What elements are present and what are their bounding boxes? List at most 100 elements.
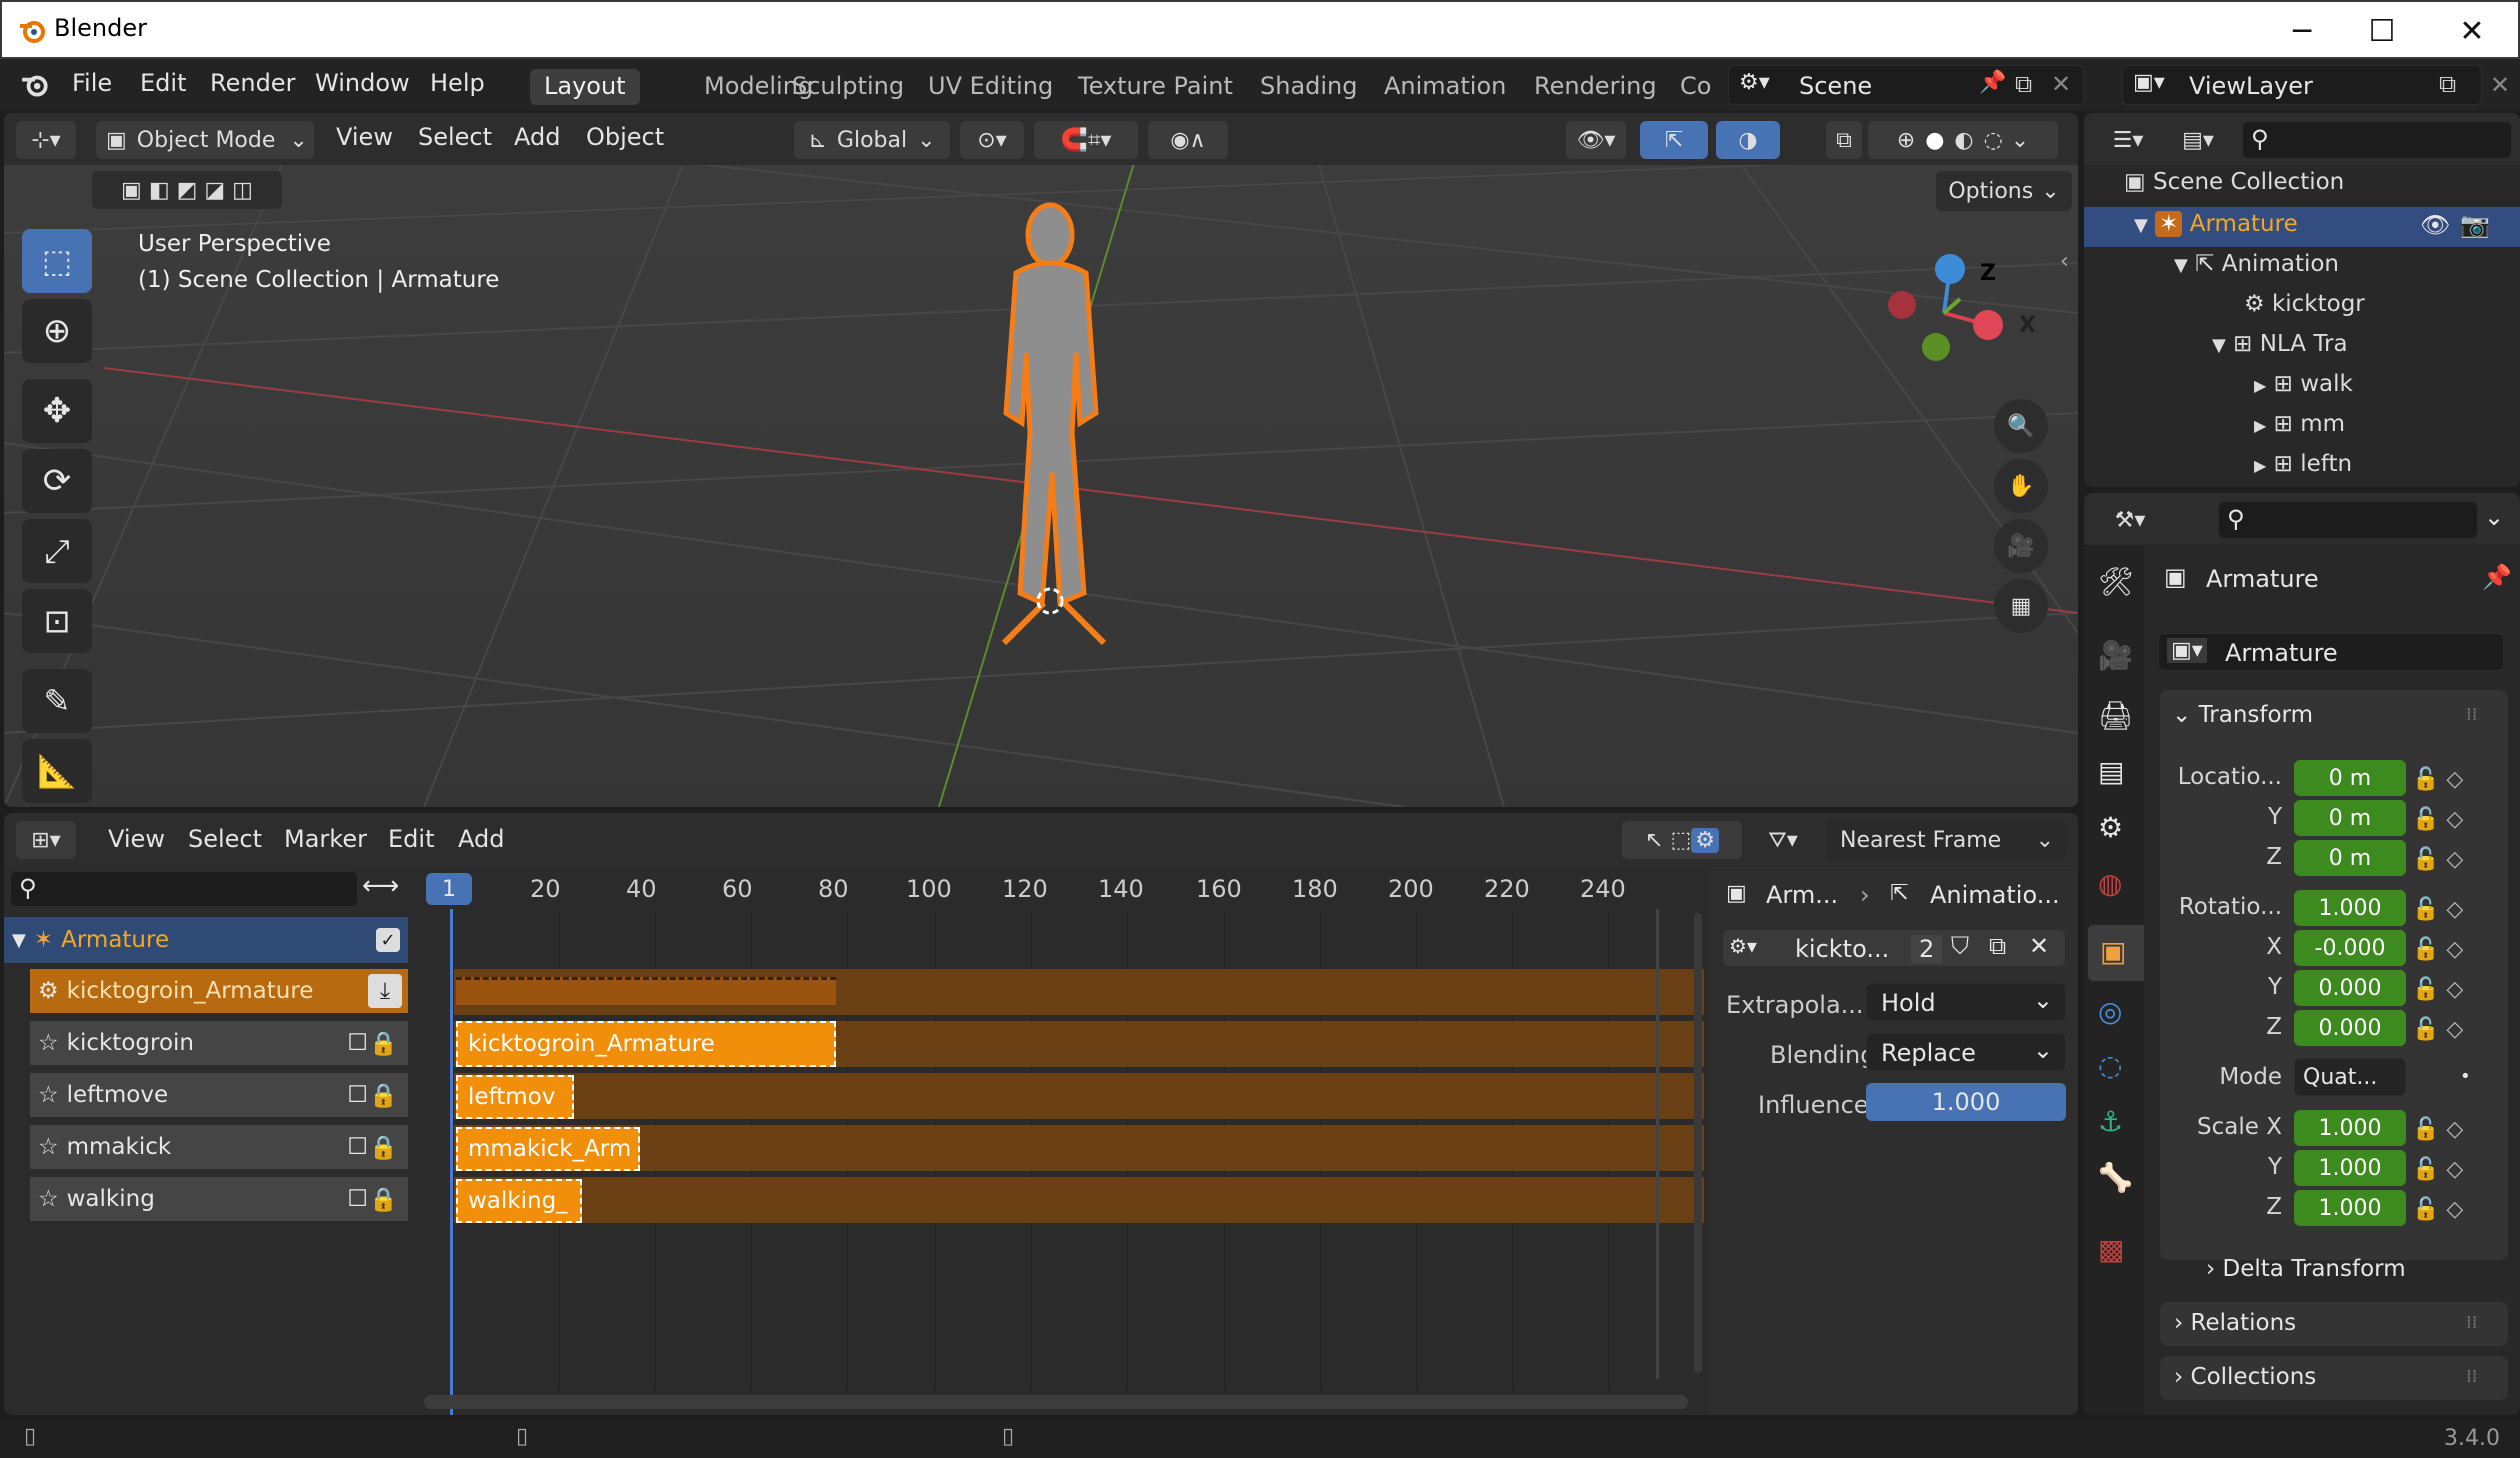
collections-header[interactable]: › Collections	[2174, 1364, 2316, 1390]
outliner[interactable]: ☰▾ ▤▾ ⚲ ▣ Scene Collection ▼ ✶ Armature …	[2084, 113, 2520, 487]
view-layer-tab-icon[interactable]: ▤	[2098, 755, 2124, 788]
nla-strip[interactable]: walking_	[456, 1179, 582, 1223]
camera-view-icon[interactable]: 🎥	[1994, 519, 2048, 573]
tab-sculpting[interactable]: Sculpting	[778, 69, 918, 105]
nla-menu-add[interactable]: Add	[458, 825, 504, 853]
lock-icon[interactable]: 🔓 ◇	[2412, 800, 2472, 840]
frame-ruler[interactable]: 1 20 40 60 80 100 120 140 160 180 200 22…	[414, 867, 1704, 911]
properties-search-input[interactable]: ⚲	[2218, 501, 2478, 539]
lock-icon[interactable]: 🔓 ◇	[2412, 890, 2472, 930]
checkbox-checked-icon[interactable]: ✓	[376, 928, 400, 952]
3d-viewport[interactable]: ⊹▾ ▣ Object Mode ⌄ View Select Add Objec…	[4, 113, 2078, 807]
expand-arrow-icon[interactable]: ▶	[2254, 416, 2266, 435]
track-row[interactable]: ☆ mmakick ☐ 🔒	[30, 1125, 408, 1169]
nla-menu-edit[interactable]: Edit	[388, 825, 434, 853]
scene-collection-item[interactable]: ▣ Scene Collection	[2124, 169, 2344, 195]
horizontal-scrollbar[interactable]	[424, 1395, 1688, 1409]
rotation-y-field[interactable]: 0.000	[2294, 970, 2406, 1006]
nla-strip[interactable]: kicktogroin_Armature	[456, 1021, 836, 1067]
editor-type-button[interactable]: ⊹▾	[16, 121, 76, 159]
nla-strip[interactable]: leftmov	[456, 1075, 574, 1119]
perspective-toggle-icon[interactable]: ▦	[1994, 579, 2048, 633]
lock-icon[interactable]: 🔒	[369, 1134, 398, 1161]
nla-track-item[interactable]: ▶ ⊞ leftn	[2254, 451, 2352, 477]
lock-icon[interactable]: 🔓 ◇	[2412, 1010, 2472, 1050]
influence-slider[interactable]: 1.000	[1866, 1083, 2066, 1121]
proportional-edit-button[interactable]: ◉∧	[1148, 121, 1228, 159]
outliner-editor-type-button[interactable]: ☰▾	[2098, 121, 2158, 159]
pivot-point-button[interactable]: ⊙▾	[960, 121, 1024, 159]
tab-animation[interactable]: Animation	[1370, 69, 1520, 105]
visibility-dropdown[interactable]: 👁▾	[1566, 121, 1626, 159]
checkbox-icon[interactable]: ☐	[347, 1134, 368, 1160]
location-y-field[interactable]: 0 m	[2294, 800, 2406, 836]
action-strip[interactable]	[456, 977, 836, 1005]
select-box-tool[interactable]: ⬚	[22, 229, 92, 293]
armature-character[interactable]	[964, 173, 1144, 663]
expand-arrow-icon[interactable]: ▼	[2134, 215, 2148, 236]
wireframe-shading-icon[interactable]: ⊕	[1897, 128, 1915, 153]
menu-render[interactable]: Render	[210, 69, 295, 97]
texture-tab-icon[interactable]: ▩	[2098, 1233, 2124, 1266]
nla-strip[interactable]: mmakick_Arm	[456, 1127, 640, 1171]
rotation-x-field[interactable]: -0.000	[2294, 930, 2406, 966]
scene-selector[interactable]: ⚙▾ Scene 📌 ⧉ ✕	[1728, 65, 2084, 105]
sidebar-toggle-icon[interactable]: ‹	[2060, 249, 2069, 274]
swap-icon[interactable]: ⟷	[362, 871, 399, 901]
close-window-button[interactable]: ✕	[2432, 6, 2512, 56]
current-frame-indicator[interactable]: 1	[426, 873, 472, 905]
camera-icon[interactable]: 📷	[2460, 211, 2490, 239]
track-row[interactable]: ☆ walking ☐ 🔒	[30, 1177, 408, 1221]
scale-tool[interactable]: ⤢	[22, 519, 92, 583]
minimize-button[interactable]: ─	[2262, 6, 2342, 56]
measure-tool[interactable]: 📐	[22, 739, 92, 803]
cursor-tool[interactable]: ⊕	[22, 299, 92, 363]
options-dropdown[interactable]: Options ⌄	[1936, 171, 2072, 211]
object-name-field[interactable]: ▣▾ Armature	[2158, 633, 2504, 671]
drag-handle-icon[interactable]: ⁞⁞	[2466, 1366, 2477, 1387]
bone-tab-icon[interactable]: 🦴	[2098, 1161, 2133, 1194]
nla-tracks-item[interactable]: ▼ ⊞ NLA Tra	[2212, 331, 2348, 357]
overlay-toggle-button[interactable]: ◑	[1716, 121, 1780, 159]
nla-editor-type-button[interactable]: ⊞▾	[16, 821, 76, 859]
tab-uv-editing[interactable]: UV Editing	[914, 69, 1067, 105]
gizmo-toggle-button[interactable]: ⇱	[1640, 121, 1708, 159]
zoom-icon[interactable]: 🔍	[1994, 399, 2048, 453]
menu-edit[interactable]: Edit	[140, 69, 186, 97]
pan-hand-icon[interactable]: ✋	[1994, 459, 2048, 513]
move-tool[interactable]: ✥	[22, 379, 92, 443]
armature-item[interactable]: ▼ ✶ Armature	[2134, 211, 2298, 237]
new-scene-icon[interactable]: ⧉	[2015, 70, 2032, 98]
transform-orientation-dropdown[interactable]: ⊾ Global ⌄	[794, 121, 950, 159]
expand-arrow-icon[interactable]: ▶	[2254, 456, 2266, 475]
extrapolation-dropdown[interactable]: Hold ⌄	[1866, 983, 2066, 1021]
star-icon[interactable]: ☆	[38, 1134, 59, 1160]
select-mode-buttons[interactable]: ▣ ◧ ◩ ◪ ◫	[92, 171, 282, 209]
lock-icon[interactable]: 🔓 ◇	[2412, 1110, 2472, 1150]
nla-select-mode-buttons[interactable]: ↖ ⬚ ⚙	[1622, 821, 1742, 859]
track-row[interactable]: ☆ leftmove ☐ 🔒	[30, 1073, 408, 1117]
world-tab-icon[interactable]: ◍	[2098, 867, 2122, 900]
push-down-icon[interactable]: ⤓	[368, 974, 402, 1008]
nla-menu-marker[interactable]: Marker	[284, 825, 367, 853]
track-row[interactable]: ☆ kicktogroin ☐ 🔒	[30, 1021, 408, 1065]
new-view-layer-icon[interactable]: ⧉	[2439, 70, 2456, 98]
drag-handle-icon[interactable]: ⁞⁞	[2466, 704, 2477, 725]
tab-shading[interactable]: Shading	[1246, 69, 1372, 105]
rotation-z-field[interactable]: 0.000	[2294, 1010, 2406, 1046]
playhead[interactable]	[450, 909, 453, 1415]
rendered-shading-icon[interactable]: ◌	[1984, 128, 2003, 153]
nla-track-item[interactable]: ▶ ⊞ walk	[2254, 371, 2353, 397]
solid-shading-icon[interactable]: ●	[1925, 128, 1944, 153]
animation-item[interactable]: ▼ ⇱ Animation	[2174, 251, 2339, 277]
tab-texture-paint[interactable]: Texture Paint	[1064, 69, 1247, 105]
maximize-button[interactable]: ☐	[2342, 6, 2422, 56]
action-selector[interactable]: ⚙▾ kickto... 2 ⛉ ⧉ ✕	[1722, 929, 2066, 967]
collections-panel[interactable]: › Collections ⁞⁞	[2160, 1356, 2508, 1400]
rotation-mode-dropdown[interactable]: Quat...	[2294, 1058, 2406, 1096]
lock-icon[interactable]: 🔓 ◇	[2412, 930, 2472, 970]
constraint-tab-icon[interactable]: ⚓	[2098, 1105, 2123, 1138]
action-track-row[interactable]: ⚙ kicktogroin_Armature ⤓	[30, 969, 408, 1013]
modifier-tab-icon[interactable]: ◎	[2098, 995, 2122, 1028]
relations-panel[interactable]: › Relations ⁞⁞	[2160, 1302, 2508, 1346]
